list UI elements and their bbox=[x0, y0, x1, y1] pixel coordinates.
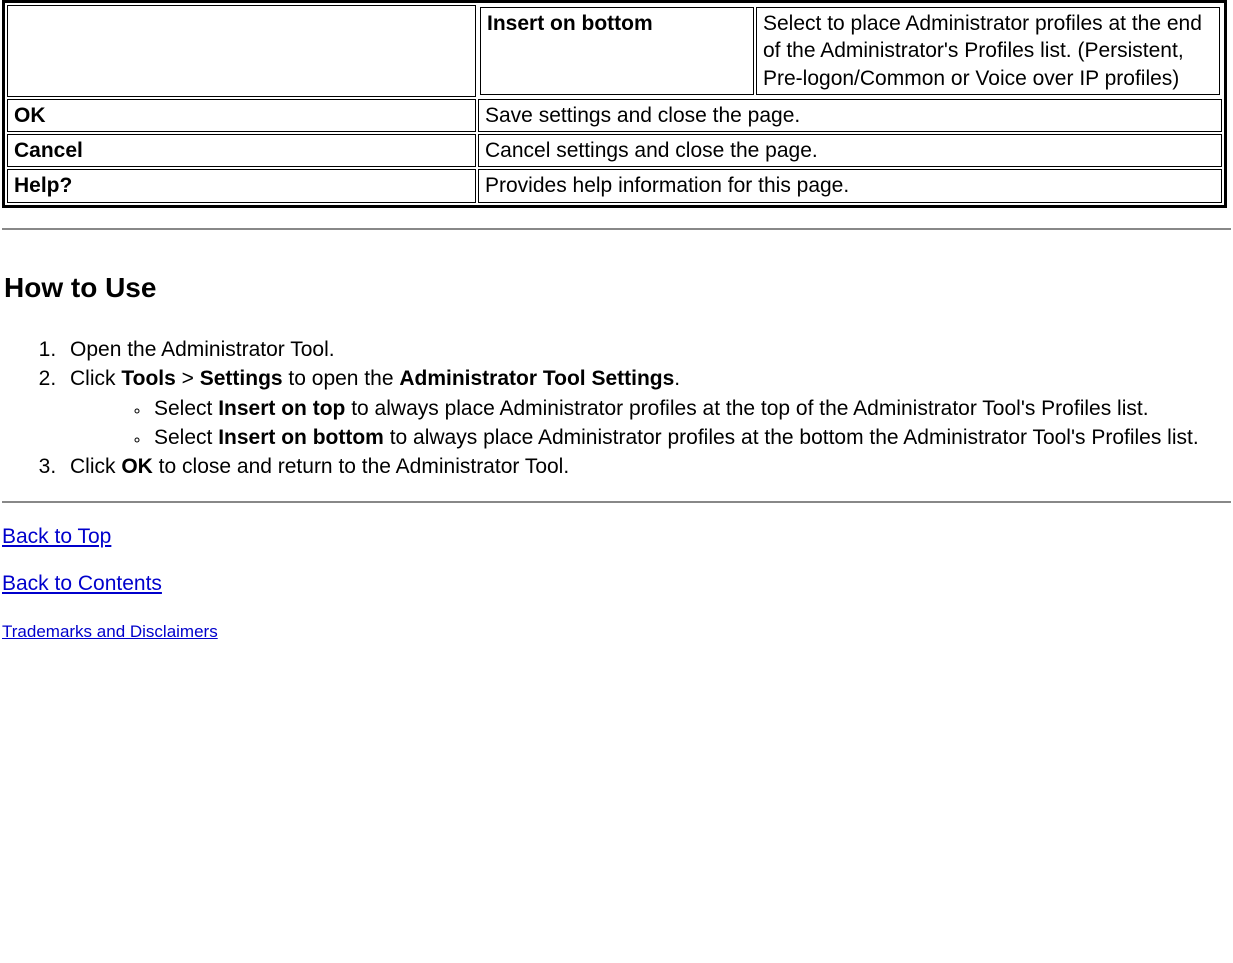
step-2-sublist: Select Insert on top to always place Adm… bbox=[110, 395, 1231, 452]
back-to-top-link[interactable]: Back to Top bbox=[2, 523, 111, 550]
step-2a-bold: Insert on top bbox=[218, 397, 345, 420]
step-2a-pre: Select bbox=[154, 397, 218, 420]
step-2-mid: to open the bbox=[283, 367, 400, 390]
settings-table: Insert on bottom Select to place Adminis… bbox=[2, 0, 1227, 208]
ok-desc: Save settings and close the page. bbox=[478, 99, 1222, 132]
insert-bottom-label: Insert on bottom bbox=[480, 7, 754, 95]
step-2-tools: Tools bbox=[121, 367, 175, 390]
divider-1 bbox=[2, 228, 1231, 230]
step-2b-pre: Select bbox=[154, 426, 218, 449]
step-2-text-pre: Click bbox=[70, 367, 121, 390]
help-label: Help? bbox=[7, 169, 476, 202]
insert-bottom-desc: Select to place Administrator profiles a… bbox=[756, 7, 1220, 95]
steps-list: Open the Administrator Tool. Click Tools… bbox=[22, 336, 1231, 480]
insert-bottom-spacer-cell bbox=[7, 5, 476, 97]
table-row-ok: OK Save settings and close the page. bbox=[7, 99, 1222, 132]
step-2b-post: to always place Administrator profiles a… bbox=[384, 426, 1199, 449]
step-3-post: to close and return to the Administrator… bbox=[153, 455, 569, 478]
step-3-pre: Click bbox=[70, 455, 121, 478]
step-2-post: . bbox=[674, 367, 680, 390]
cancel-label: Cancel bbox=[7, 134, 476, 167]
step-3-bold: OK bbox=[121, 455, 153, 478]
table-row-insert-bottom: Insert on bottom Select to place Adminis… bbox=[7, 5, 1222, 97]
trademarks-link[interactable]: Trademarks and Disclaimers bbox=[2, 621, 218, 643]
step-2b: Select Insert on bottom to always place … bbox=[150, 424, 1231, 451]
cancel-desc: Cancel settings and close the page. bbox=[478, 134, 1222, 167]
how-to-use-heading: How to Use bbox=[4, 270, 1231, 306]
table-row-help: Help? Provides help information for this… bbox=[7, 169, 1222, 202]
help-desc: Provides help information for this page. bbox=[478, 169, 1222, 202]
step-2: Click Tools > Settings to open the Admin… bbox=[62, 365, 1231, 451]
table-row-cancel: Cancel Cancel settings and close the pag… bbox=[7, 134, 1222, 167]
step-3: Click OK to close and return to the Admi… bbox=[62, 453, 1231, 480]
step-2a-post: to always place Administrator profiles a… bbox=[345, 397, 1148, 420]
step-2-ats: Administrator Tool Settings bbox=[399, 367, 674, 390]
step-2-gt: > bbox=[176, 367, 200, 390]
step-2a: Select Insert on top to always place Adm… bbox=[150, 395, 1231, 422]
step-2-settings: Settings bbox=[200, 367, 283, 390]
divider-2 bbox=[2, 501, 1231, 503]
back-to-contents-link[interactable]: Back to Contents bbox=[2, 570, 162, 597]
step-2b-bold: Insert on bottom bbox=[218, 426, 384, 449]
step-1: Open the Administrator Tool. bbox=[62, 336, 1231, 363]
ok-label: OK bbox=[7, 99, 476, 132]
